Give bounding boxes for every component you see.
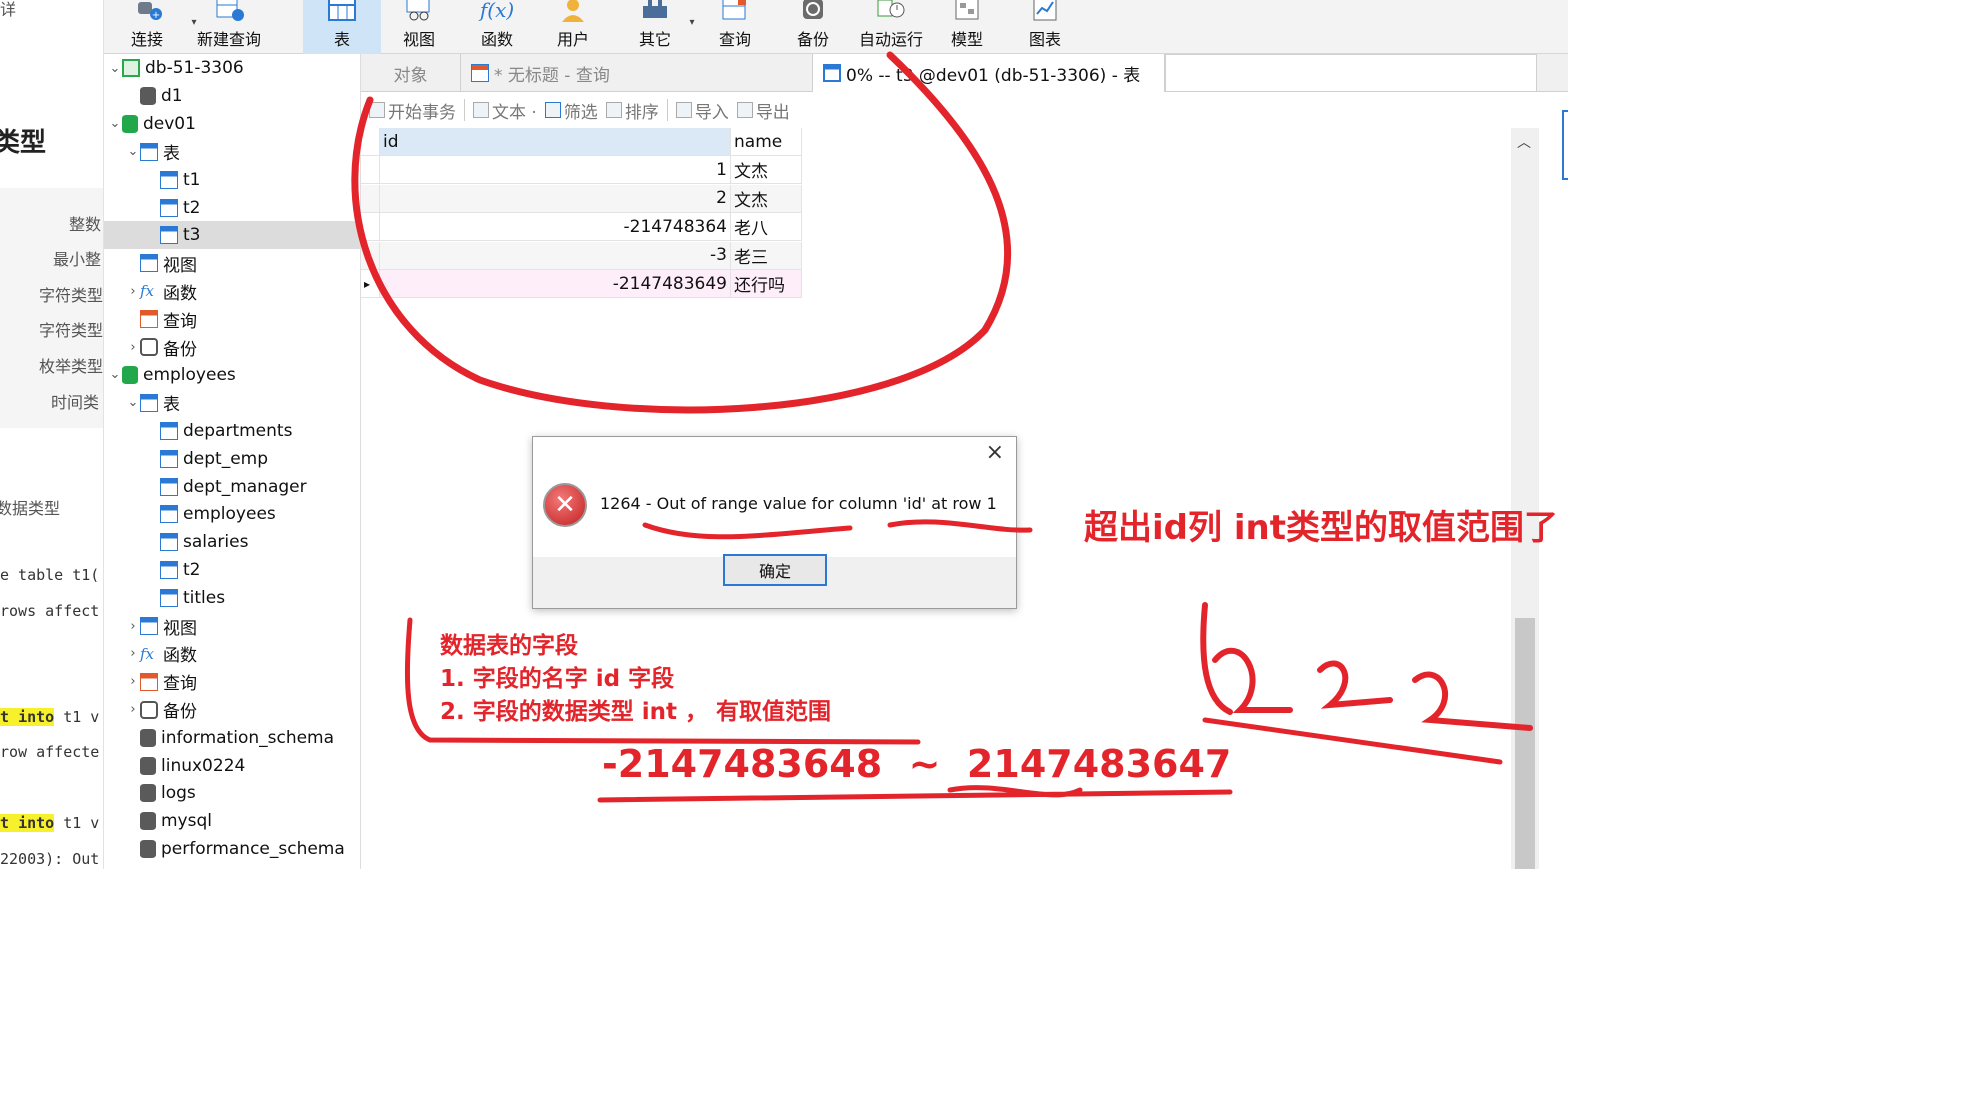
- app-window: 详 类型 整数 最小整 字符类型 字符类型 枚举类型 时间类 数据类型 e ta…: [0, 0, 1568, 869]
- annotation-note: 2. 字段的数据类型 int ， 有取值范围: [440, 699, 832, 725]
- scribble-annotation: [1200, 602, 1533, 731]
- arrow-annotation: [1202, 717, 1503, 765]
- annotation-note: 1. 字段的名字 id 字段: [440, 666, 675, 692]
- underline-annotation: [642, 519, 1033, 540]
- annotation-out-of-range: 超出id列 int类型的取值范围了: [1084, 508, 1558, 548]
- annotation-strokes: [351, 51, 1533, 803]
- annotation-int-range: -2147483648 ~ 2147483647: [602, 742, 1232, 786]
- circle-annotation: [351, 51, 1012, 414]
- range-underline: [597, 785, 1233, 803]
- annotation-note: 数据表的字段: [440, 633, 578, 659]
